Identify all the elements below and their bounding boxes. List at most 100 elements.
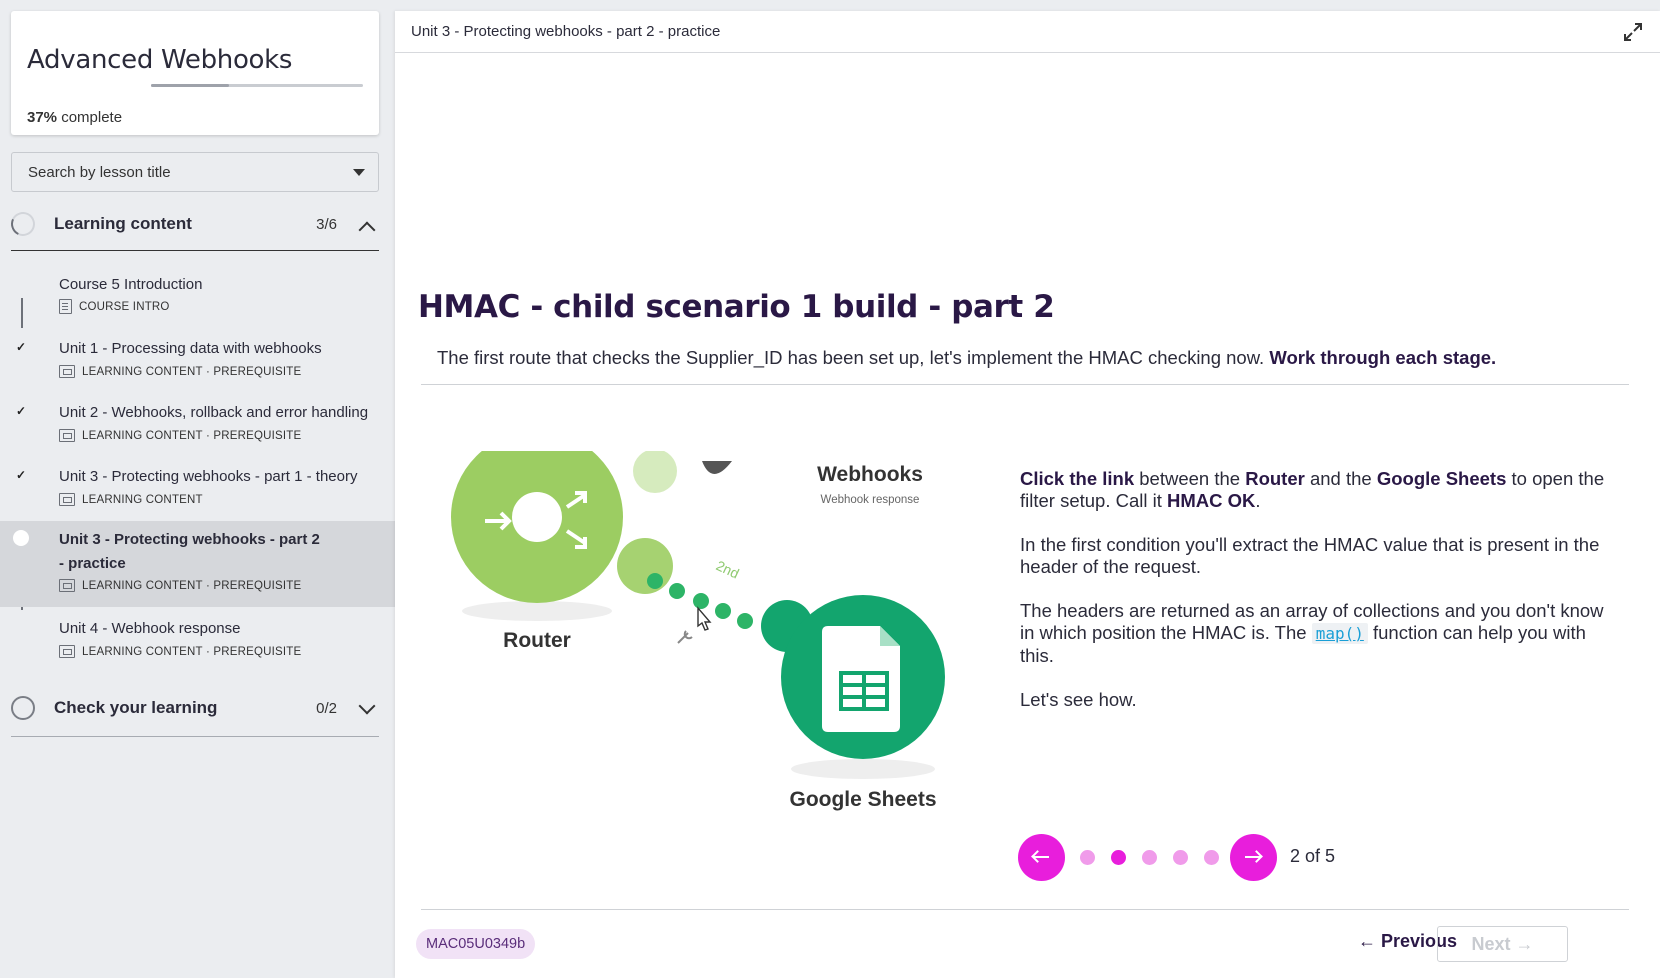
desc-emphasis: Google Sheets [1376,468,1507,489]
document-icon [59,299,72,314]
lesson-meta-text: LEARNING CONTENT · PREREQUISITE [82,579,302,592]
lesson-item[interactable]: ✓ Unit 3 - Protecting webhooks - part 1 … [0,460,395,522]
carousel-dot[interactable] [1080,850,1095,865]
progress-suffix: complete [61,109,123,126]
carousel-counter: 2 of 5 [1290,846,1336,866]
slides-icon [59,645,75,658]
lesson-name: Unit 4 - Webhook response [59,620,241,637]
chevron-down-icon[interactable] [358,697,376,715]
map-function-link[interactable]: map() [1311,623,1368,644]
section-progress-ring-icon [7,208,39,240]
course-progress-fill [151,84,230,87]
lesson-name: Unit 1 - Processing data with webhooks [59,340,322,357]
lesson-search-select[interactable]: Search by lesson title [11,152,379,192]
step-paragraph: The headers are returned as an array of … [1020,600,1620,667]
slides-icon [59,365,75,378]
lesson-meta-text: LEARNING CONTENT · PREREQUISITE [82,429,302,442]
intro-text: The first route that checks the Supplier… [437,347,1270,368]
breadcrumb: Unit 3 - Protecting webhooks - part 2 - … [411,23,721,40]
route-dot [737,613,753,629]
course-progress-bar [151,84,363,87]
course-card: Advanced Webhooks 37% complete [11,11,379,135]
carousel-dot-active[interactable] [1111,850,1126,865]
slides-icon [59,429,75,442]
lesson-status-dot [13,530,29,546]
slides-icon [59,579,75,592]
lesson-name: Course 5 Introduction [59,276,203,293]
lesson-item[interactable]: Unit 4 - Webhook response LEARNING CONTE… [0,612,395,674]
desc-emphasis: Router [1245,468,1305,489]
router-handle-faded [633,451,677,493]
checkmark-icon: ✓ [16,340,27,354]
carousel-prev-button[interactable] [1018,834,1065,881]
lesson-meta: LEARNING CONTENT · PREREQUISITE [59,429,301,442]
lesson-meta: LEARNING CONTENT · PREREQUISITE [59,579,301,592]
section-title: Check your learning [54,698,218,717]
section-check-your-learning[interactable]: Check your learning 0/2 [11,685,379,731]
progress-percent: 37% [27,109,58,126]
desc-emphasis: HMAC OK [1167,490,1256,511]
router-handle [617,538,673,594]
lesson-meta: COURSE INTRO [59,299,170,314]
lesson-meta: LEARNING CONTENT [59,493,203,506]
wrench-icon [677,630,693,644]
divider [421,909,1629,910]
lesson-item[interactable]: ✓ Unit 1 - Processing data with webhooks… [0,332,395,394]
progress-text: 37% complete [27,109,122,126]
step-paragraph: Let's see how. [1020,689,1137,710]
step-paragraph: In the first condition you'll extract th… [1020,534,1600,577]
arrow-right-icon [1245,856,1261,858]
scenario-illustration: Router Webhooks Webhook response 2nd Goo… [451,451,945,811]
lesson-name: Unit 2 - Webhooks, rollback and error ha… [59,404,369,421]
webhooks-sublabel: Webhook response [821,494,920,506]
cursor-icon [697,606,712,631]
router-shadow [462,601,612,621]
carousel-dot[interactable] [1173,850,1188,865]
lesson-meta-text: LEARNING CONTENT [82,493,203,506]
course-sidebar: Advanced Webhooks 37% complete Search by… [0,0,395,978]
lesson-meta-text: COURSE INTRO [79,300,170,313]
webhooks-node [702,461,732,474]
route-dot [693,593,709,609]
router-hub [512,492,562,542]
slides-icon [59,493,75,506]
lesson-intro: The first route that checks the Supplier… [437,347,1496,369]
lesson-search-placeholder: Search by lesson title [28,163,171,181]
intro-emphasis: Work through each stage. [1269,347,1497,368]
route-dot [669,583,685,599]
sheets-label: Google Sheets [789,788,936,811]
desc-emphasis: Click the link [1020,468,1135,489]
lesson-name: Unit 3 - Protecting webhooks - part 1 - … [59,468,358,485]
lesson-meta: LEARNING CONTENT · PREREQUISITE [59,365,301,378]
router-label: Router [503,629,571,652]
route-dot [647,573,663,589]
lesson-status-dot [13,274,29,290]
lesson-meta: LEARNING CONTENT · PREREQUISITE [59,645,301,658]
next-lesson-button[interactable]: Next → [1437,926,1568,962]
section-learning-content[interactable]: Learning content 3/6 [7,201,379,247]
lesson-item[interactable]: Course 5 Introduction COURSE INTRO [0,268,395,328]
desc-text: . [1255,490,1261,511]
expand-icon[interactable] [1622,21,1644,43]
carousel-dot[interactable] [1204,850,1219,865]
course-title: Advanced Webhooks [27,45,293,75]
carousel-next-button[interactable] [1230,834,1277,881]
route-label: 2nd [714,557,742,581]
lesson-code-badge: MAC05U0349b [416,929,536,959]
lesson-item[interactable]: ✓ Unit 2 - Webhooks, rollback and error … [0,396,395,458]
step-carousel: 2 of 5 [1018,834,1418,881]
carousel-dot[interactable] [1142,850,1157,865]
lesson-item-active[interactable]: Unit 3 - Protecting webhooks - part 2 - … [0,521,395,607]
webhooks-label: Webhooks [817,463,923,486]
step-description: Click the link between the Router and th… [1020,468,1620,733]
section-divider [11,250,379,251]
section-progress-ring-icon [11,696,35,720]
caret-down-icon [353,169,365,176]
section-count: 3/6 [316,215,337,233]
checkmark-icon: ✓ [16,404,27,418]
lesson-name: Unit 3 - Protecting webhooks - part 2 - … [59,531,320,572]
section-count: 0/2 [316,699,337,717]
chevron-up-icon[interactable] [358,221,376,239]
divider [421,384,1629,385]
lesson-meta-text: LEARNING CONTENT · PREREQUISITE [82,365,302,378]
